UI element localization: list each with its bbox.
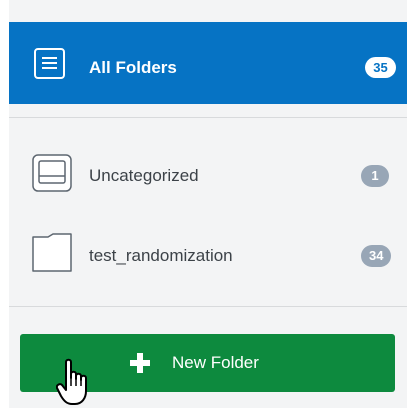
folder-label: test_randomization xyxy=(89,246,233,265)
inbox-tray-icon xyxy=(31,153,73,193)
folder-panel: All Folders 35 Uncategorized 1 test_rand… xyxy=(9,0,407,408)
divider xyxy=(9,117,407,118)
panel-top-spacer xyxy=(9,0,407,22)
plus-icon xyxy=(130,353,150,373)
all-folders-item[interactable]: All Folders 35 xyxy=(9,22,407,104)
folder-count-badge: 34 xyxy=(361,245,392,267)
folder-item-test-randomization[interactable]: test_randomization 34 xyxy=(9,233,407,279)
folder-label: Uncategorized xyxy=(89,166,199,185)
list-icon xyxy=(34,48,65,79)
all-folders-label: All Folders xyxy=(89,58,177,77)
hand-cursor-icon xyxy=(55,358,100,408)
folder-item-uncategorized[interactable]: Uncategorized 1 xyxy=(9,153,407,199)
folder-icon xyxy=(31,233,73,273)
all-folders-count-badge: 35 xyxy=(365,57,396,78)
folder-count-badge: 1 xyxy=(361,165,389,187)
new-folder-button-label: New Folder xyxy=(172,353,259,372)
divider xyxy=(9,306,407,307)
